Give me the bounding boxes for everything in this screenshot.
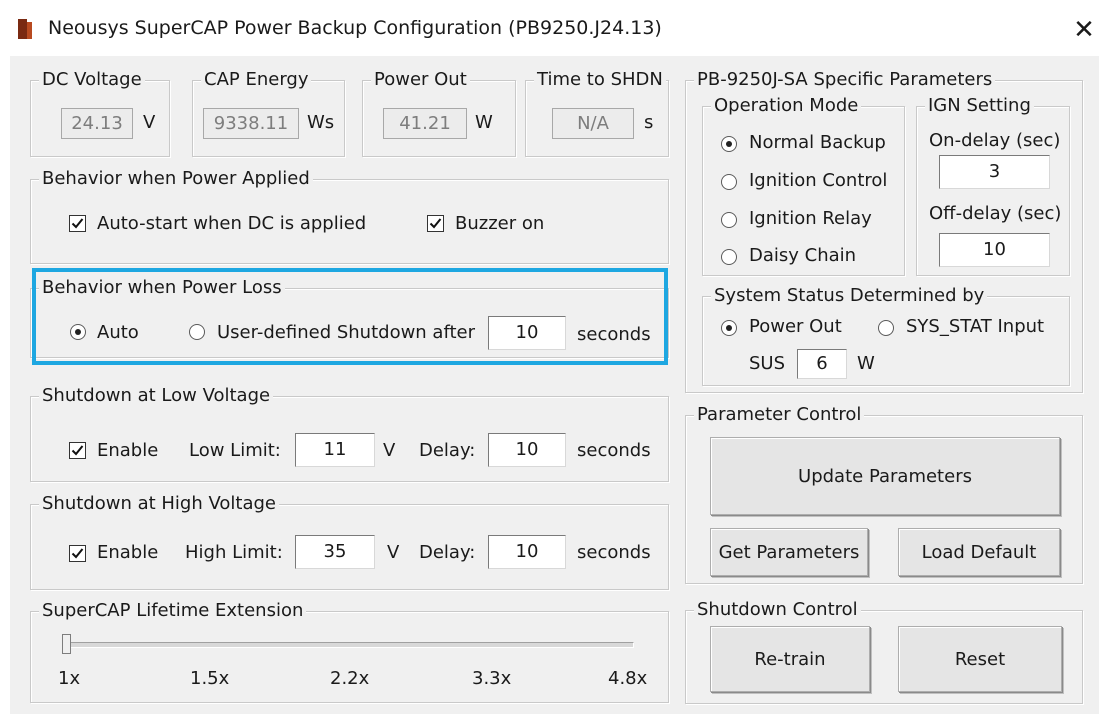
lifetime-slider-track[interactable] [62,642,634,648]
mode-normal-backup-label[interactable]: Normal Backup [749,132,886,154]
operation-mode-group: Operation Mode Normal Backup Ignition Co… [702,95,905,276]
sus-input[interactable]: 6 [797,349,847,379]
sus-label: SUS [749,353,786,374]
dialog-client: DC Voltage 24.13 V CAP Energy 9338.11 Ws… [10,56,1099,714]
high-limit-input[interactable]: 35 [295,535,375,569]
autostart-label[interactable]: Auto-start when DC is applied [97,213,366,235]
cap-energy-label: CAP Energy [201,69,312,91]
parameter-control-label: Parameter Control [694,404,865,426]
high-delay-input[interactable]: 10 [488,535,566,569]
power-applied-label: Behavior when Power Applied [39,168,313,190]
low-delay-seconds: seconds [577,440,651,461]
power-applied-group: Behavior when Power Applied Auto-start w… [30,168,669,264]
time-to-shdn-unit: s [644,112,654,133]
high-voltage-label: Shutdown at High Voltage [39,493,280,515]
cap-energy-unit: Ws [307,112,335,133]
power-out-value: 41.21 [383,108,467,139]
power-out-label: Power Out [371,69,470,91]
high-delay-label: Delay: [419,542,476,563]
on-delay-label: On-delay (sec) [929,130,1061,151]
mode-normal-backup-radio[interactable] [721,136,737,152]
update-parameters-button[interactable]: Update Parameters [710,437,1060,515]
retrain-button[interactable]: Re-train [710,626,870,692]
low-limit-label: Low Limit: [189,440,281,461]
lifetime-tick-2: 1.5x [190,668,230,689]
dc-voltage-label: DC Voltage [39,69,145,91]
high-voltage-enable-label[interactable]: Enable [97,542,158,564]
status-power-out-label[interactable]: Power Out [749,316,842,338]
low-voltage-enable-label[interactable]: Enable [97,440,158,462]
time-to-shdn-value: N/A [552,108,634,139]
mode-ignition-control-radio[interactable] [721,174,737,190]
mode-daisy-chain-label[interactable]: Daisy Chain [749,245,856,267]
app-icon [18,19,32,39]
load-default-button[interactable]: Load Default [898,528,1060,576]
high-limit-unit: V [387,542,400,563]
mode-ignition-relay-radio[interactable] [721,212,737,228]
time-to-shdn-group: Time to SHDN N/A s [525,69,669,157]
status-power-out-radio[interactable] [721,320,737,336]
shutdown-control-label: Shutdown Control [694,599,861,621]
mode-ignition-relay-label[interactable]: Ignition Relay [749,208,872,230]
high-voltage-group: Shutdown at High Voltage Enable High Lim… [30,493,669,590]
low-delay-label: Delay: [419,440,476,461]
operation-mode-label: Operation Mode [711,95,862,117]
title-bar: Neousys SuperCAP Power Backup Configurat… [0,0,1107,56]
time-to-shdn-label: Time to SHDN [534,69,666,91]
low-voltage-label: Shutdown at Low Voltage [39,385,274,407]
cap-energy-group: CAP Energy 9338.11 Ws [192,69,345,157]
low-limit-unit: V [383,440,396,461]
system-status-label: System Status Determined by [711,285,988,307]
high-voltage-enable-checkbox[interactable] [69,545,86,562]
high-limit-label: High Limit: [185,542,283,563]
status-sys-stat-radio[interactable] [878,320,894,336]
high-delay-seconds: seconds [577,542,651,563]
power-out-unit: W [475,112,493,133]
low-limit-input[interactable]: 11 [295,433,375,467]
lifetime-tick-5: 4.8x [608,668,648,689]
close-icon[interactable]: ✕ [1066,10,1102,50]
on-delay-input[interactable]: 3 [939,155,1050,189]
specific-params-label: PB-9250J-SA Specific Parameters [694,69,996,91]
dc-voltage-value: 24.13 [61,108,133,139]
buzzer-label[interactable]: Buzzer on [455,213,544,235]
cap-energy-value: 9338.11 [203,108,299,139]
reset-button[interactable]: Reset [898,626,1062,692]
mode-daisy-chain-radio[interactable] [721,249,737,265]
dc-voltage-unit: V [143,112,156,133]
dc-voltage-group: DC Voltage 24.13 V [30,69,170,157]
lifetime-tick-4: 3.3x [472,668,512,689]
sus-unit: W [857,353,875,374]
system-status-group: System Status Determined by Power Out SY… [702,285,1070,386]
off-delay-input[interactable]: 10 [939,233,1050,267]
window-title: Neousys SuperCAP Power Backup Configurat… [48,17,662,39]
ign-setting-group: IGN Setting On-delay (sec) 3 Off-delay (… [916,95,1070,276]
power-out-group: Power Out 41.21 W [362,69,516,157]
mode-ignition-control-label[interactable]: Ignition Control [749,170,887,192]
get-parameters-button[interactable]: Get Parameters [710,528,868,576]
low-voltage-enable-checkbox[interactable] [69,442,86,459]
lifetime-label: SuperCAP Lifetime Extension [39,600,307,622]
lifetime-tick-1: 1x [58,668,81,689]
low-voltage-group: Shutdown at Low Voltage Enable Low Limit… [30,385,669,482]
autostart-checkbox[interactable] [69,215,86,232]
low-delay-input[interactable]: 10 [488,433,566,467]
lifetime-slider-thumb[interactable] [62,634,71,654]
lifetime-tick-3: 2.2x [330,668,370,689]
ign-setting-label: IGN Setting [925,95,1034,117]
buzzer-checkbox[interactable] [427,215,444,232]
off-delay-label: Off-delay (sec) [929,203,1062,224]
highlight-box [32,268,668,365]
status-sys-stat-label[interactable]: SYS_STAT Input [906,316,1044,338]
